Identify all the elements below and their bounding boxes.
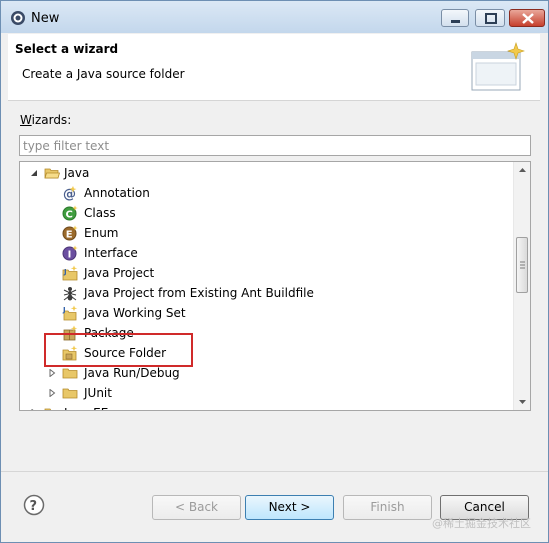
expand-icon — [49, 389, 56, 397]
source-folder-highlight-box — [44, 333, 193, 367]
tree-item-label: Java Project from Existing Ant Buildfile — [84, 286, 314, 300]
tree-item-label: Interface — [84, 246, 138, 260]
header-description: Create a Java source folder — [22, 67, 185, 81]
svg-text:E: E — [66, 230, 73, 241]
ant-icon — [63, 287, 77, 301]
eclipse-icon — [11, 11, 25, 25]
wizards-label-mnemonic: W — [20, 113, 32, 127]
close-button[interactable] — [509, 9, 545, 27]
folder-icon — [44, 408, 52, 410]
tree-item-label: Java Project — [84, 266, 155, 280]
wizard-banner-icon — [471, 42, 525, 91]
folder-open-icon — [44, 168, 60, 179]
wizards-label: Wizards: — [20, 113, 71, 127]
tree-item-label: Annotation — [84, 186, 150, 200]
tree-item-label: Enum — [84, 226, 119, 240]
footer-divider — [1, 471, 548, 472]
next-button[interactable]: Next > — [245, 495, 334, 520]
tree-item-java-ee[interactable]: Java EE — [24, 403, 324, 410]
watermark: @稀土掘金技术社区 — [432, 517, 531, 530]
maximize-icon — [485, 13, 497, 24]
help-icon[interactable]: ? — [23, 494, 45, 516]
tree-item-ant-buildfile[interactable]: Java Project from Existing Ant Buildfile — [62, 283, 382, 303]
finish-button[interactable]: Finish — [343, 495, 432, 520]
minimize-icon — [451, 20, 460, 23]
tree-item-label: Java EE — [64, 403, 108, 410]
folder-icon — [62, 368, 78, 379]
expand-icon — [31, 409, 34, 410]
folder-icon — [62, 388, 78, 399]
tree-item-interface[interactable]: I Interface — [62, 243, 362, 263]
enum-icon: E — [62, 225, 78, 241]
header-title: Select a wizard — [15, 42, 119, 56]
tree-item-junit[interactable]: JUnit — [44, 383, 344, 403]
collapse-icon — [31, 170, 37, 176]
java-project-icon: J — [62, 265, 78, 281]
tree-item-class[interactable]: C Class — [62, 203, 362, 223]
scroll-up-icon[interactable] — [514, 162, 531, 179]
wizard-header: Select a wizard Create a Java source fol… — [8, 34, 540, 101]
wizards-label-text: izards: — [31, 113, 72, 127]
tree-item-enum[interactable]: E Enum — [62, 223, 362, 243]
back-button[interactable]: < Back — [152, 495, 241, 520]
tree-item-java-working-set[interactable]: J Java Working Set — [62, 303, 362, 323]
working-set-icon: J — [62, 305, 78, 321]
window-title: New — [31, 11, 60, 26]
svg-text:?: ? — [30, 499, 38, 514]
minimize-button[interactable] — [441, 9, 469, 27]
scrollbar-thumb[interactable] — [516, 237, 528, 293]
tree-item-label: Java Working Set — [84, 306, 186, 320]
scroll-down-icon[interactable] — [514, 393, 531, 410]
expand-icon — [49, 369, 56, 377]
tree-item-label: JUnit — [84, 386, 112, 400]
wizard-tree[interactable]: Java @ Annotation C Class E Enum I Inter… — [19, 161, 531, 411]
tree-item-label: Java — [64, 166, 90, 180]
annotation-icon: @ — [63, 186, 77, 201]
tree-scrollbar[interactable] — [513, 162, 530, 410]
new-wizard-dialog: New Select a wizard Create a Java source… — [0, 0, 549, 543]
class-icon: C — [62, 205, 78, 221]
svg-text:C: C — [66, 210, 73, 221]
svg-text:I: I — [68, 250, 72, 261]
filter-input[interactable] — [19, 135, 531, 156]
tree-item-java[interactable]: Java — [24, 163, 504, 183]
title-bar[interactable]: New — [1, 1, 548, 33]
tree-item-label: Class — [84, 206, 116, 220]
svg-text:J: J — [62, 306, 66, 314]
close-icon — [522, 13, 534, 24]
maximize-button[interactable] — [475, 9, 505, 27]
grip-icon — [520, 261, 525, 269]
tree-item-java-project[interactable]: J Java Project — [62, 263, 362, 283]
svg-text:J: J — [63, 268, 67, 276]
tree-item-annotation[interactable]: @ Annotation — [62, 183, 362, 203]
interface-icon: I — [62, 245, 78, 261]
